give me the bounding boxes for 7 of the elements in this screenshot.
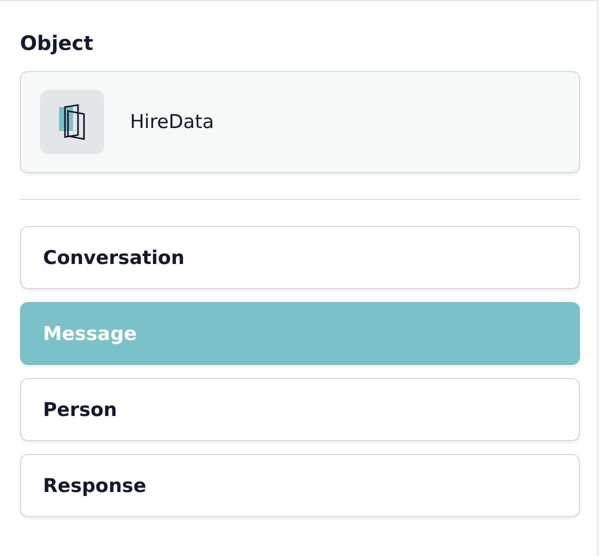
section-title: Object <box>20 31 94 55</box>
object-list-item[interactable]: Conversation <box>20 226 580 289</box>
object-list-item[interactable]: Response <box>20 454 580 517</box>
object-name: HireData <box>130 111 214 133</box>
pages-icon <box>58 104 86 140</box>
object-card[interactable]: HireData <box>20 71 580 173</box>
object-list-item[interactable]: Person <box>20 378 580 441</box>
